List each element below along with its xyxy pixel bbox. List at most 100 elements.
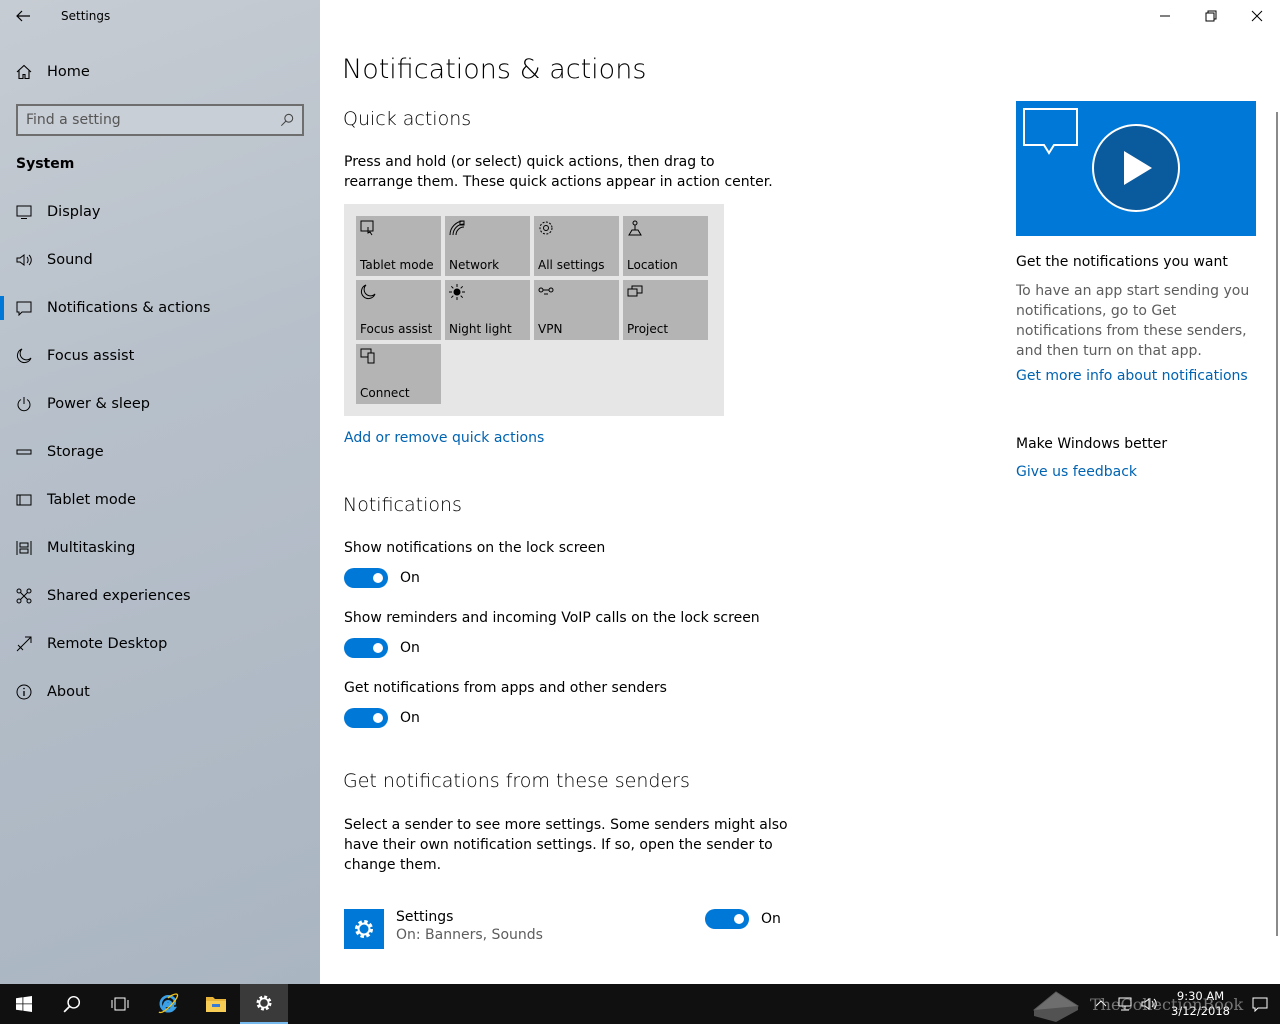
restore-button[interactable] xyxy=(1188,0,1234,32)
lock-screen-notifications-toggle[interactable] xyxy=(344,568,388,588)
sidebar: Settings Home System Display Sound Notif… xyxy=(0,0,320,984)
vpn-icon xyxy=(538,287,554,295)
sender-settings[interactable]: Settings On: Banners, Sounds xyxy=(344,909,543,949)
tablet-icon xyxy=(16,492,32,508)
sidebar-item-label: Notifications & actions xyxy=(47,300,211,316)
main-content: Notifications & actions Quick actions Pr… xyxy=(320,0,1280,984)
multitasking-icon xyxy=(16,540,32,556)
clock-date: 3/12/2018 xyxy=(1171,1004,1230,1018)
app-notifications-toggle-row: On xyxy=(344,708,420,728)
sidebar-item-display[interactable]: Display xyxy=(0,188,320,236)
volume-icon xyxy=(1141,998,1157,1010)
action-center-icon xyxy=(1252,997,1268,1012)
notifications-heading: Notifications xyxy=(343,494,462,516)
search-input[interactable] xyxy=(26,112,280,128)
sender-text: Settings On: Banners, Sounds xyxy=(396,909,543,949)
minimize-button[interactable] xyxy=(1142,0,1188,32)
file-explorer-button[interactable] xyxy=(192,984,240,1024)
tray-volume-button[interactable] xyxy=(1137,984,1161,1024)
add-remove-quick-actions-link[interactable]: Add or remove quick actions xyxy=(344,430,544,446)
sender-subtitle: On: Banners, Sounds xyxy=(396,927,543,943)
app-notifications-toggle[interactable] xyxy=(344,708,388,728)
feedback-heading: Make Windows better xyxy=(1016,436,1168,452)
windows-start-icon xyxy=(16,996,32,1012)
page-title: Notifications & actions xyxy=(342,54,647,85)
sidebar-item-remote-desktop[interactable]: Remote Desktop xyxy=(0,620,320,668)
quick-action-vpn[interactable]: VPN xyxy=(534,280,619,340)
quick-action-label: Network xyxy=(449,258,500,272)
network-tray-icon xyxy=(1118,997,1132,1011)
internet-explorer-button[interactable] xyxy=(144,984,192,1024)
sun-icon xyxy=(449,284,465,300)
quick-action-connect[interactable]: Connect xyxy=(356,344,441,404)
app-notifications-label: Get notifications from apps and other se… xyxy=(344,680,667,696)
quick-action-label: Focus assist xyxy=(360,322,433,336)
search-box[interactable] xyxy=(16,104,304,136)
sidebar-item-multitasking[interactable]: Multitasking xyxy=(0,524,320,572)
quick-action-label: All settings xyxy=(538,258,605,272)
quick-action-project[interactable]: Project xyxy=(623,280,708,340)
tray-network-button[interactable] xyxy=(1113,984,1137,1024)
reminders-voip-toggle[interactable] xyxy=(344,638,388,658)
help-text: To have an app start sending you notific… xyxy=(1016,283,1250,359)
internet-explorer-icon xyxy=(158,993,179,1014)
quick-actions-panel: Tablet mode Network All settings Locatio… xyxy=(344,204,724,416)
sidebar-item-label: Sound xyxy=(47,252,93,268)
quick-action-tablet-mode[interactable]: Tablet mode xyxy=(356,216,441,276)
reminders-voip-toggle-row: On xyxy=(344,638,420,658)
quick-action-all-settings[interactable]: All settings xyxy=(534,216,619,276)
moon-icon xyxy=(16,348,32,364)
action-center-button[interactable] xyxy=(1240,984,1280,1024)
home-icon xyxy=(16,64,32,80)
senders-heading: Get notifications from these senders xyxy=(343,770,690,792)
sound-icon xyxy=(16,252,32,268)
play-icon xyxy=(1023,108,1180,212)
more-info-link[interactable]: Get more info about notifications xyxy=(1016,368,1248,384)
help-video-card[interactable] xyxy=(1016,101,1256,236)
lock-screen-notifications-label: Show notifications on the lock screen xyxy=(344,540,606,556)
sidebar-item-tablet-mode[interactable]: Tablet mode xyxy=(0,476,320,524)
sidebar-item-power-sleep[interactable]: Power & sleep xyxy=(0,380,320,428)
clock-time: 9:30 AM xyxy=(1176,989,1225,1003)
info-icon xyxy=(16,684,32,700)
search-icon xyxy=(280,113,294,127)
senders-description: Select a sender to see more settings. So… xyxy=(344,817,788,873)
give-feedback-link[interactable]: Give us feedback xyxy=(1016,464,1137,480)
sidebar-item-label: Multitasking xyxy=(47,540,136,556)
remote-desktop-icon xyxy=(16,636,32,652)
sidebar-item-shared-experiences[interactable]: Shared experiences xyxy=(0,572,320,620)
sender-name: Settings xyxy=(396,909,454,925)
sidebar-item-notifications[interactable]: Notifications & actions xyxy=(0,284,320,332)
sender-settings-toggle[interactable] xyxy=(705,909,749,929)
sidebar-item-about[interactable]: About xyxy=(0,668,320,716)
settings-taskbar-button[interactable] xyxy=(240,984,288,1024)
display-icon xyxy=(16,204,32,220)
task-view-icon xyxy=(111,997,129,1011)
restore-icon xyxy=(1205,10,1217,22)
back-button[interactable] xyxy=(0,0,46,32)
close-button[interactable] xyxy=(1234,0,1280,32)
storage-icon xyxy=(16,444,32,460)
sidebar-item-label: Storage xyxy=(47,444,104,460)
sidebar-item-focus-assist[interactable]: Focus assist xyxy=(0,332,320,380)
help-heading: Get the notifications you want xyxy=(1016,254,1228,270)
close-icon xyxy=(1251,10,1263,22)
taskbar-search-button[interactable] xyxy=(48,984,96,1024)
back-arrow-icon xyxy=(16,10,30,22)
quick-action-location[interactable]: Location xyxy=(623,216,708,276)
minimize-icon xyxy=(1160,15,1170,17)
quick-action-night-light[interactable]: Night light xyxy=(445,280,530,340)
start-button[interactable] xyxy=(0,984,48,1024)
quick-action-network[interactable]: Network xyxy=(445,216,530,276)
task-view-button[interactable] xyxy=(96,984,144,1024)
location-icon xyxy=(628,220,642,236)
reminders-voip-label: Show reminders and incoming VoIP calls o… xyxy=(344,610,760,626)
tray-chevron-button[interactable] xyxy=(1089,984,1113,1024)
sidebar-item-sound[interactable]: Sound xyxy=(0,236,320,284)
nav-home[interactable]: Home xyxy=(0,52,320,92)
sidebar-item-storage[interactable]: Storage xyxy=(0,428,320,476)
clock[interactable]: 9:30 AM 3/12/2018 xyxy=(1161,989,1240,1019)
scrollbar[interactable] xyxy=(1276,112,1278,936)
quick-action-focus-assist[interactable]: Focus assist xyxy=(356,280,441,340)
section-heading-system: System xyxy=(16,156,75,172)
